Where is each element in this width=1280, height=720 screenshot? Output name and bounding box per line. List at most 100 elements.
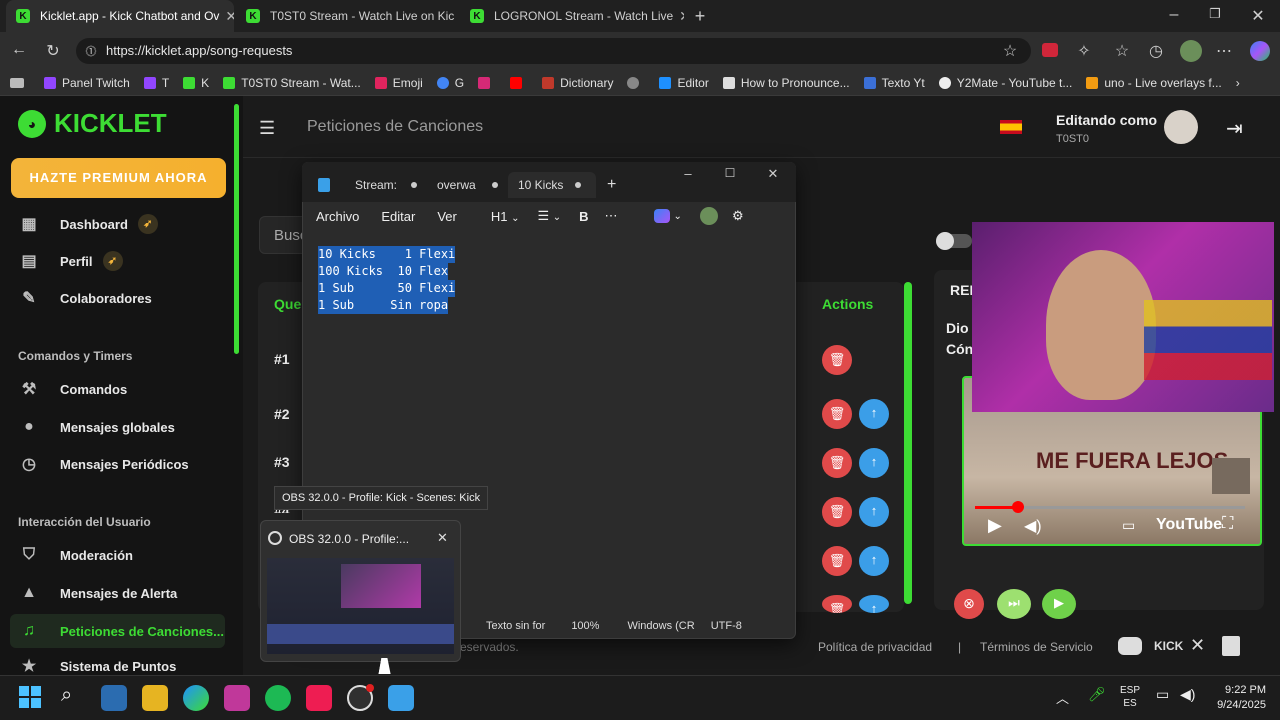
account-avatar[interactable] [699, 207, 718, 225]
search-icon[interactable]: ⌕ [61, 684, 72, 707]
sidebar-scrollbar[interactable] [234, 104, 239, 354]
fullscreen-icon[interactable]: ⛶ [1222, 515, 1233, 533]
bookmark-texto-yt[interactable]: Texto Yt [863, 76, 925, 90]
tab-kicklet[interactable]: K Kicklet.app - Kick Chatbot and Ov ✕ [6, 0, 234, 32]
bookmark-t[interactable]: T [143, 76, 169, 90]
obs-preview-close-icon[interactable]: ✕ [437, 530, 448, 546]
taskbar-app-icon[interactable] [101, 685, 127, 711]
bookmark-k[interactable]: K [183, 76, 209, 90]
stop-button[interactable]: ⊗ [954, 589, 984, 619]
volume-icon[interactable]: ◀) [1024, 516, 1042, 536]
tiktok-icon[interactable] [306, 685, 332, 711]
minimize-window-icon[interactable]: – [1164, 6, 1184, 24]
sidebar-item-peticiones[interactable]: ♫ Peticiones de Canciones... [18, 620, 224, 642]
sidebar-item-comandos[interactable]: ⚒ Comandos [18, 378, 127, 400]
bookmark-instagram[interactable] [478, 76, 496, 89]
terms-link[interactable]: Términos de Servicio [980, 640, 1093, 654]
bookmark-youtube[interactable] [510, 76, 528, 89]
notepad-tab-active[interactable]: 10 Kicks [508, 172, 596, 198]
microphone-icon[interactable]: 🎤︎ [1088, 686, 1106, 703]
taskbar-app-icon[interactable] [224, 685, 250, 711]
site-info-icon[interactable]: ⓵ [84, 43, 98, 59]
notepad-text-area[interactable]: 10 Kicks 1 Flexi 100 Kicks 10 Flex 1 Sub… [318, 246, 456, 314]
back-icon[interactable]: ← [8, 41, 30, 59]
history-icon[interactable]: ◷ [1146, 41, 1166, 61]
list-dropdown-icon[interactable]: ☰ ⌄ [537, 208, 561, 224]
x-twitter-icon[interactable]: ✕ [1190, 635, 1205, 656]
discord-icon[interactable] [1118, 637, 1142, 655]
favorite-star-icon[interactable]: ☆ [1000, 41, 1020, 61]
bookmark-openai[interactable] [627, 76, 645, 89]
profile-avatar[interactable] [1180, 40, 1202, 62]
restore-window-icon[interactable]: ❐ [1205, 6, 1225, 22]
close-tab-icon[interactable]: ✕ [454, 8, 458, 25]
privacy-link[interactable]: Política de privacidad [818, 640, 932, 654]
language-indicator[interactable]: ESP ES [1120, 684, 1140, 710]
skip-button[interactable]: ⏭ [997, 589, 1031, 619]
tab-logronol-stream[interactable]: K LOGRONOL Stream - Watch Live ✕ [460, 0, 684, 32]
table-scrollbar[interactable] [904, 282, 912, 604]
bookmark-g[interactable]: G [436, 76, 464, 90]
kicklet-logo[interactable]: ◕ KICKLET [18, 108, 167, 139]
network-icon[interactable]: ▭ [1156, 686, 1169, 703]
bookmark-y2mate[interactable]: Y2Mate - YouTube t... [938, 76, 1072, 90]
notepad-maximize-icon[interactable]: ☐ [722, 166, 738, 180]
notepad-tab[interactable]: overwa [437, 172, 498, 198]
delete-song-button[interactable]: 🗑 [822, 595, 852, 613]
sidebar-item-mensajes-alerta[interactable]: ▲ Mensajes de Alerta [18, 582, 177, 604]
clock[interactable]: 9:22 PM 9/24/2025 [1212, 683, 1266, 713]
subtitles-icon[interactable]: ▭ [1122, 517, 1135, 534]
spain-flag-icon[interactable] [1000, 120, 1022, 134]
chevron-down-icon[interactable]: ⌄ [674, 211, 682, 222]
menu-ver[interactable]: Ver [437, 209, 457, 224]
favorites-icon[interactable]: ☆ [1112, 41, 1132, 61]
move-up-button[interactable]: ↑ [859, 595, 889, 613]
sidebar-item-moderacion[interactable]: ⛉ Moderación [18, 544, 133, 566]
kick-icon[interactable]: KICK [1154, 639, 1183, 653]
delete-song-button[interactable]: 🗑 [822, 497, 852, 527]
hamburger-menu-icon[interactable]: ☰ [259, 118, 275, 139]
delete-song-button[interactable]: 🗑 [822, 345, 852, 375]
move-up-button[interactable]: ↑ [859, 497, 889, 527]
premium-button[interactable]: HAZTE PREMIUM AHORA [11, 158, 226, 198]
notepad-new-tab-icon[interactable]: + [607, 176, 616, 194]
bookmark-emoji[interactable]: Emoji [374, 76, 423, 90]
delete-song-button[interactable]: 🗑 [822, 448, 852, 478]
menu-archivo[interactable]: Archivo [316, 209, 359, 224]
bookmark-how-to-pronounce[interactable]: How to Pronounce... [722, 76, 850, 90]
move-up-button[interactable]: ↑ [859, 399, 889, 429]
reload-icon[interactable]: ↻ [42, 41, 64, 61]
sidebar-item-puntos[interactable]: ★ Sistema de Puntos [18, 657, 176, 675]
video-progress-handle[interactable] [1012, 501, 1024, 513]
toggle-switch[interactable] [936, 232, 972, 250]
volume-icon[interactable]: ◀) [1180, 686, 1195, 703]
bookmarks-folder-icon[interactable] [10, 77, 30, 88]
heading-dropdown[interactable]: H1 ⌄ [491, 209, 520, 224]
edge-browser-icon[interactable] [183, 685, 209, 711]
more-options-icon[interactable]: ⋯ [605, 208, 618, 224]
menu-editar[interactable]: Editar [381, 209, 415, 224]
bookmark-tosto-stream[interactable]: T0ST0 Stream - Wat... [223, 76, 361, 90]
document-icon[interactable] [1222, 636, 1240, 656]
settings-gear-icon[interactable]: ⚙ [732, 208, 744, 224]
bookmark-panel-twitch[interactable]: Panel Twitch [44, 76, 130, 90]
extensions-puzzle-icon[interactable]: ✧ [1074, 41, 1094, 61]
delete-song-button[interactable]: 🗑 [822, 399, 852, 429]
file-explorer-icon[interactable] [142, 685, 168, 711]
notepad-taskbar-icon[interactable] [388, 685, 414, 711]
avatar[interactable] [1164, 110, 1198, 144]
bold-button[interactable]: B [579, 209, 588, 224]
bookmark-editor[interactable]: Editor [659, 76, 709, 90]
play-icon[interactable]: ▶ [988, 515, 1002, 536]
close-tab-icon[interactable]: ✕ [219, 8, 234, 25]
bookmarks-more-icon[interactable]: › [1236, 76, 1240, 90]
move-up-button[interactable]: ↑ [859, 546, 889, 576]
extension-icon[interactable] [1042, 43, 1058, 57]
youtube-logo[interactable]: YouTube [1156, 516, 1222, 534]
url-field[interactable]: https://kicklet.app/song-requests [76, 38, 1031, 64]
start-windows-icon[interactable] [19, 686, 41, 708]
play-button[interactable]: ▶ [1042, 589, 1076, 619]
sidebar-item-colaboradores[interactable]: ✎ Colaboradores [18, 287, 151, 309]
bookmark-uno[interactable]: uno - Live overlays f... [1086, 76, 1222, 90]
close-tab-icon[interactable]: ✕ [673, 8, 684, 25]
